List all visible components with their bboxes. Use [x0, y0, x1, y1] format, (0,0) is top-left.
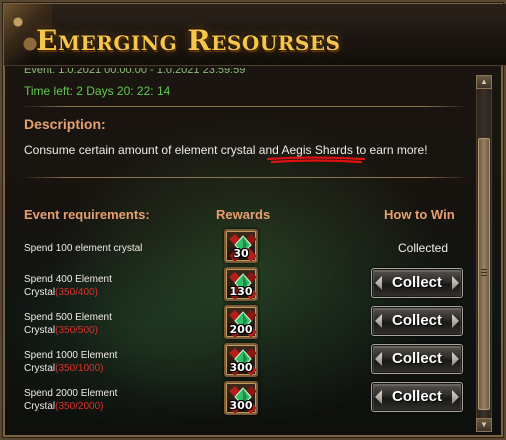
thumb-grip — [481, 275, 487, 276]
thumb-grip — [481, 269, 487, 270]
reward-count: 130 — [229, 285, 253, 298]
thumb-grip — [481, 272, 487, 273]
reward-count: 300 — [229, 399, 253, 412]
column-header-rewards: Rewards — [216, 207, 271, 222]
scroll-down-button[interactable]: ▼ — [476, 418, 492, 432]
button-arrow-right-icon — [452, 314, 459, 328]
status-collected: Collected — [398, 241, 449, 255]
column-header-requirements: Event requirements: — [24, 207, 150, 222]
time-left: Time left: 2 Days 20: 22: 14 — [24, 84, 171, 98]
column-header-how-to-win: How to Win — [384, 207, 455, 222]
reward-item[interactable]: 300 — [224, 343, 258, 377]
description-heading: Description: — [24, 116, 106, 132]
requirement-line: Spend 1000 Element — [24, 350, 118, 361]
requirement-progress: (350/400) — [55, 287, 98, 298]
reward-item[interactable]: 300 — [224, 381, 258, 415]
requirement-text: Spend 1000 Element Crystal(350/1000) — [24, 349, 117, 375]
requirement-line: Crystal — [24, 287, 56, 298]
reward-count: 300 — [229, 361, 253, 374]
divider — [21, 106, 469, 107]
button-arrow-left-icon — [375, 390, 382, 404]
description-text: Consume certain amount of element crysta… — [24, 143, 428, 157]
window-header: Emerging Resourses — [4, 4, 506, 66]
requirement-progress: (350/1000) — [55, 363, 104, 374]
requirement-line: Crystal — [24, 401, 56, 412]
requirement-line: Crystal — [24, 363, 56, 374]
requirement-text: Spend 100 element crystal — [24, 242, 142, 255]
reward-item[interactable]: 200 — [224, 305, 258, 339]
collect-button[interactable]: Collect — [371, 306, 463, 336]
requirement-line: Spend 500 Element — [24, 312, 112, 323]
reward-item[interactable]: 130 — [224, 267, 258, 301]
collect-button[interactable]: Collect — [371, 382, 463, 412]
scroll-thumb[interactable] — [478, 138, 490, 410]
reward-count: 30 — [233, 247, 249, 260]
requirement-progress: (350/2000) — [55, 401, 104, 412]
requirement-text: Spend 400 Element Crystal(350/400) — [24, 273, 112, 299]
button-arrow-left-icon — [375, 276, 382, 290]
collect-button-label: Collect — [391, 388, 442, 405]
requirement-line: Spend 100 element crystal — [24, 243, 143, 254]
collect-button[interactable]: Collect — [371, 268, 463, 298]
button-arrow-right-icon — [452, 390, 459, 404]
button-arrow-left-icon — [375, 352, 382, 366]
vertical-scrollbar[interactable]: ▲ ▼ — [476, 75, 492, 432]
requirement-text: Spend 500 Element Crystal(350/500) — [24, 311, 112, 337]
collect-button-label: Collect — [391, 350, 442, 367]
event-window: Emerging Resourses Event: 1.0.2021 00:00… — [0, 0, 506, 440]
scroll-up-button[interactable]: ▲ — [476, 75, 492, 89]
reward-item[interactable]: 30 — [224, 229, 258, 263]
divider — [21, 177, 469, 178]
event-period-text: Event: 1.0.2021 00:00:00 - 1.0.2021 23:5… — [24, 68, 246, 76]
button-arrow-right-icon — [452, 352, 459, 366]
collect-button[interactable]: Collect — [371, 344, 463, 374]
button-arrow-right-icon — [452, 276, 459, 290]
requirement-line: Spend 400 Element — [24, 274, 112, 285]
reward-count: 200 — [229, 323, 253, 336]
red-annotation-underline — [266, 156, 366, 164]
window-title: Emerging Resourses — [36, 24, 341, 57]
requirement-text: Spend 2000 Element Crystal(350/2000) — [24, 387, 117, 413]
requirement-progress: (350/500) — [55, 325, 98, 336]
button-arrow-left-icon — [375, 314, 382, 328]
collect-button-label: Collect — [391, 274, 442, 291]
collect-button-label: Collect — [391, 312, 442, 329]
requirement-line: Crystal — [24, 325, 56, 336]
requirement-line: Spend 2000 Element — [24, 388, 118, 399]
